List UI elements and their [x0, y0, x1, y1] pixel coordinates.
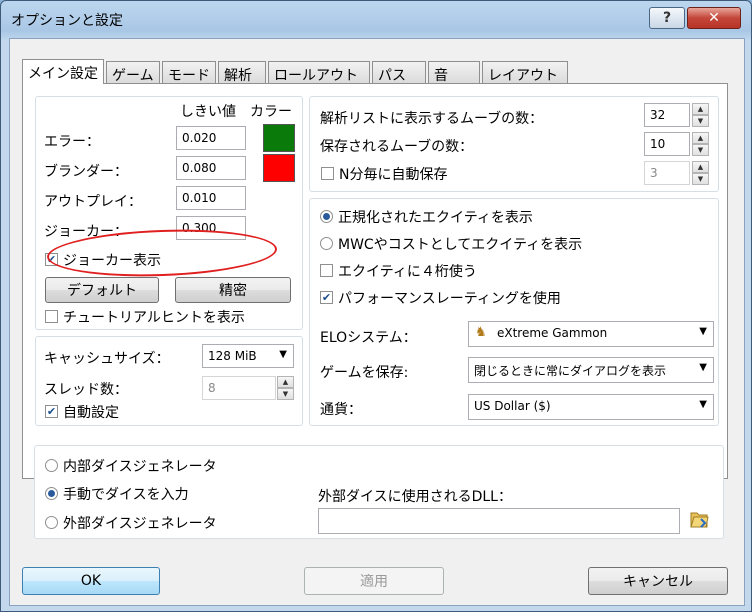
xg-logo-icon: ♞: [475, 325, 487, 340]
spin-up-icon[interactable]: ▲: [692, 161, 709, 173]
tab-game[interactable]: ゲーム: [106, 61, 160, 84]
four-digits-label: エクイティに４桁使う: [338, 264, 477, 280]
threshold-column-header: しきい値: [180, 104, 236, 120]
saved-moves-input[interactable]: 10: [644, 132, 690, 156]
error-threshold-input[interactable]: 0.020: [176, 126, 246, 150]
main-settings-panel: しきい値 カラー エラー： 0.020 ブランダー： 0.080 アウトプレイ：…: [22, 83, 728, 479]
spin-down-icon[interactable]: ▼: [277, 388, 294, 400]
performance-rating-label: パフォーマンスレーティングを使用: [338, 291, 561, 307]
cache-size-select[interactable]: 128 MiB ▼: [202, 344, 294, 368]
options-dialog: オプションと設定 ? ✕ メイン設定 ゲーム モード 解析 ロールアウト パス …: [0, 0, 752, 612]
browse-folder-icon[interactable]: [689, 508, 709, 530]
external-dice-radio[interactable]: [45, 516, 58, 529]
threads-input[interactable]: 8: [202, 376, 276, 400]
cache-group: キャッシュサイズ： 128 MiB ▼ スレッド数： 8 ▲ ▼ ✔ 自動設定: [35, 336, 303, 426]
chevron-down-icon: ▼: [699, 399, 707, 410]
cancel-button[interactable]: キャンセル: [588, 567, 728, 595]
outplay-threshold-input[interactable]: 0.010: [176, 186, 246, 210]
manual-dice-label: 手動でダイスを入力: [63, 487, 189, 503]
chevron-down-icon: ▼: [279, 349, 287, 360]
error-color-swatch[interactable]: [263, 124, 295, 152]
apply-button[interactable]: 適用: [304, 567, 444, 595]
autosave-minutes-input[interactable]: 3: [644, 161, 690, 185]
autosave-spinner[interactable]: ▲ ▼: [692, 161, 709, 185]
manual-dice-radio[interactable]: [45, 487, 58, 500]
close-button[interactable]: ✕: [687, 7, 741, 29]
external-dice-label: 外部ダイスジェネレータ: [63, 516, 217, 532]
elo-system-select[interactable]: ♞ eXtreme Gammon ▼: [468, 321, 714, 347]
tab-paths[interactable]: パス: [372, 61, 426, 84]
performance-rating-checkbox[interactable]: ✔: [320, 291, 333, 304]
normalized-equity-label: 正規化されたエクイティを表示: [338, 210, 533, 226]
moves-shown-spinner[interactable]: ▲ ▼: [692, 103, 709, 127]
tab-main-settings[interactable]: メイン設定: [22, 59, 104, 84]
tab-layout[interactable]: レイアウト: [482, 61, 568, 84]
save-game-label: ゲームを保存:: [320, 365, 409, 381]
outplay-label: アウトプレイ：: [44, 194, 142, 210]
analysis-list-group: 解析リストに表示するムーブの数： 32 ▲ ▼ 保存されるムーブの数： 10 ▲ ▼…: [309, 96, 719, 192]
mwc-equity-label: MWCやコストとしてエクイティを表示: [338, 237, 583, 253]
elo-system-label: ELOシステム：: [320, 330, 417, 346]
spin-up-icon[interactable]: ▲: [692, 132, 709, 144]
saved-moves-spinner[interactable]: ▲ ▼: [692, 132, 709, 156]
threads-spinner[interactable]: ▲ ▼: [277, 376, 294, 400]
save-game-value: 閉じるときに常にダイアログを表示: [474, 364, 667, 378]
ok-button[interactable]: OK: [22, 567, 160, 595]
blunder-color-swatch[interactable]: [263, 154, 295, 182]
auto-config-label: 自動設定: [63, 405, 119, 421]
spin-down-icon[interactable]: ▼: [692, 115, 709, 127]
normalized-equity-radio[interactable]: [320, 210, 333, 223]
spin-down-icon[interactable]: ▼: [692, 173, 709, 185]
blunder-threshold-input[interactable]: 0.080: [176, 156, 246, 180]
dll-path-input[interactable]: [318, 508, 680, 534]
dll-label: 外部ダイスに使用されるDLL：: [318, 489, 512, 505]
tutorial-hint-checkbox[interactable]: [45, 310, 58, 323]
save-game-select[interactable]: 閉じるときに常にダイアログを表示 ▼: [468, 357, 714, 383]
currency-value: US Dollar ($): [474, 399, 551, 413]
auto-config-checkbox[interactable]: ✔: [45, 405, 58, 418]
autosave-checkbox[interactable]: [321, 167, 334, 180]
equity-group: 正規化されたエクイティを表示 MWCやコストとしてエクイティを表示 エクイティに…: [309, 198, 719, 426]
moves-shown-label: 解析リストに表示するムーブの数：: [320, 111, 544, 127]
title-bar: オプションと設定 ? ✕: [1, 1, 751, 39]
mwc-equity-radio[interactable]: [320, 237, 333, 250]
spin-up-icon[interactable]: ▲: [277, 376, 294, 388]
autosave-label: N分毎に自動保存: [339, 167, 448, 183]
elo-system-value: eXtreme Gammon: [497, 326, 608, 340]
color-column-header: カラー: [250, 104, 292, 120]
currency-label: 通貨：: [320, 402, 362, 418]
saved-moves-label: 保存されるムーブの数：: [320, 139, 474, 155]
internal-dice-radio[interactable]: [45, 459, 58, 472]
internal-dice-label: 内部ダイスジェネレータ: [63, 459, 217, 475]
window-title: オプションと設定: [11, 13, 123, 29]
cache-size-value: 128 MiB: [208, 349, 257, 363]
cache-size-label: キャッシュサイズ：: [44, 351, 170, 367]
chevron-down-icon: ▼: [696, 362, 707, 373]
default-button[interactable]: デフォルト: [45, 277, 159, 303]
help-icon: ?: [662, 10, 672, 26]
close-icon: ✕: [708, 10, 720, 26]
tutorial-hint-label: チュートリアルヒントを表示: [63, 310, 245, 326]
currency-select[interactable]: US Dollar ($) ▼: [468, 394, 714, 420]
tab-sound[interactable]: 音: [428, 61, 480, 84]
help-button[interactable]: ?: [649, 7, 685, 29]
four-digits-checkbox[interactable]: [320, 264, 333, 277]
chevron-down-icon: ▼: [699, 326, 707, 337]
tab-mode[interactable]: モード: [162, 61, 216, 84]
spin-down-icon[interactable]: ▼: [692, 144, 709, 156]
threshold-group: しきい値 カラー エラー： 0.020 ブランダー： 0.080 アウトプレイ：…: [35, 96, 303, 330]
moves-shown-input[interactable]: 32: [644, 103, 690, 127]
tab-rollout[interactable]: ロールアウト: [268, 61, 370, 84]
precise-button[interactable]: 精密: [175, 277, 291, 303]
blunder-label: ブランダー：: [44, 164, 128, 180]
threads-label: スレッド数：: [44, 382, 128, 398]
error-label: エラー：: [44, 134, 100, 150]
tab-analysis[interactable]: 解析: [218, 61, 266, 84]
dice-group: 内部ダイスジェネレータ 手動でダイスを入力 外部ダイスジェネレータ 外部ダイスに…: [34, 445, 724, 539]
dialog-body: メイン設定 ゲーム モード 解析 ロールアウト パス 音 レイアウト しきい値 …: [9, 38, 745, 606]
spin-up-icon[interactable]: ▲: [692, 103, 709, 115]
